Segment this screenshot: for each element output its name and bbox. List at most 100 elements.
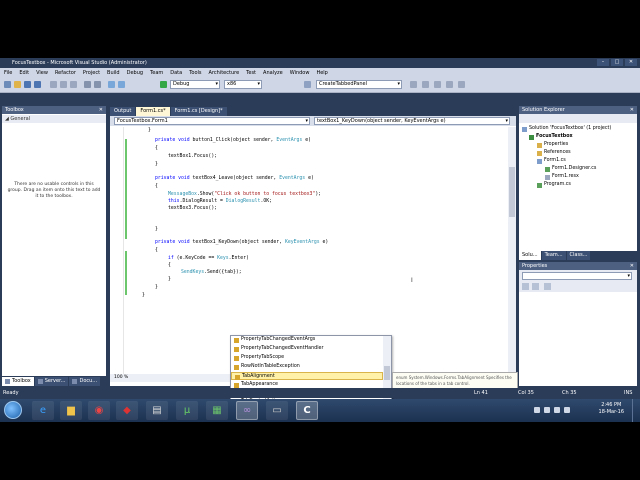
menu-data[interactable]: Data — [170, 70, 182, 76]
code-line: } — [168, 277, 171, 282]
tree-item-form1-resx[interactable]: Form1.resx — [545, 173, 579, 181]
menu-file[interactable]: File — [4, 70, 12, 76]
alphabetical-icon[interactable] — [532, 283, 539, 290]
navigate-back-icon[interactable] — [108, 81, 115, 88]
undo-icon[interactable] — [84, 81, 91, 88]
tab-solution-explorer[interactable]: Solu... — [519, 251, 541, 260]
tab-form1-design[interactable]: Form1.cs [Design]* — [170, 107, 227, 116]
menu-window[interactable]: Window — [290, 70, 310, 76]
tab-class-view[interactable]: Class... — [566, 251, 591, 260]
recorder-app-icon[interactable]: C — [296, 401, 318, 420]
find-icon[interactable] — [304, 81, 311, 88]
save-icon[interactable] — [24, 81, 31, 88]
toolbox-category-general[interactable]: ◢ General — [2, 115, 106, 123]
tree-item-form1[interactable]: Form1.cs — [537, 157, 566, 165]
paste-icon[interactable] — [70, 81, 77, 88]
platform-dropdown[interactable]: x86 — [224, 80, 262, 89]
intellisense-item[interactable]: PropertyTabChangedEventHandler — [231, 345, 383, 354]
menu-help[interactable]: Help — [316, 70, 327, 76]
tree-item-program[interactable]: Program.cs — [537, 181, 571, 189]
intellisense-item-selected[interactable]: TabAlignment — [231, 371, 383, 381]
minimize-button[interactable]: – — [597, 59, 609, 66]
close-icon[interactable]: ✕ — [99, 106, 103, 114]
excel-icon[interactable]: ▦ — [206, 401, 228, 420]
show-desktop-button[interactable] — [632, 399, 640, 422]
member-dropdown[interactable]: textBox1_KeyDown(object sender, KeyEvent… — [314, 117, 510, 125]
tray-volume-icon[interactable] — [554, 407, 560, 413]
tree-item-references[interactable]: References — [537, 149, 571, 157]
object-browser-icon[interactable] — [458, 81, 465, 88]
object-selector-dropdown[interactable] — [522, 272, 632, 280]
menu-architecture[interactable]: Architecture — [209, 70, 240, 76]
vertical-scrollbar[interactable] — [508, 127, 516, 374]
menu-refactor[interactable]: Refactor — [55, 70, 76, 76]
class-dropdown[interactable]: FocusTextbox.Form1 — [114, 117, 310, 125]
menu-build[interactable]: Build — [107, 70, 120, 76]
media-app-icon[interactable]: ◆ — [116, 401, 138, 420]
chrome-icon[interactable]: ◉ — [88, 401, 110, 420]
menu-team[interactable]: Team — [150, 70, 163, 76]
scrollbar-thumb[interactable] — [509, 167, 515, 217]
tree-item-properties[interactable]: Properties — [537, 141, 568, 149]
toolbox-icon[interactable] — [446, 81, 453, 88]
scrollbar-thumb[interactable] — [384, 366, 390, 380]
menu-test[interactable]: Test — [246, 70, 256, 76]
copy-icon[interactable] — [60, 81, 67, 88]
intellisense-item[interactable]: RowNotInTableException — [231, 363, 383, 372]
solution-explorer-icon[interactable] — [422, 81, 429, 88]
tray-power-icon[interactable] — [564, 407, 570, 413]
open-file-icon[interactable] — [14, 81, 21, 88]
maximize-button[interactable]: □ — [611, 59, 623, 66]
file-explorer-icon[interactable]: ▆ — [60, 401, 82, 420]
menu-edit[interactable]: Edit — [19, 70, 29, 76]
menu-view[interactable]: View — [36, 70, 48, 76]
close-button[interactable]: ✕ — [625, 59, 637, 66]
new-project-icon[interactable] — [4, 81, 11, 88]
intellisense-item[interactable]: PropertyTabScope — [231, 354, 383, 363]
redo-icon[interactable] — [94, 81, 101, 88]
tab-document-outline[interactable]: Docu... — [69, 377, 101, 386]
toolbox-title: Toolbox — [5, 107, 24, 113]
code-token: textBox4_Leave(object sender, — [192, 176, 280, 181]
tab-team-explorer[interactable]: Team... — [541, 251, 566, 260]
tray-network-icon[interactable] — [544, 407, 550, 413]
solution-configuration-dropdown[interactable]: Debug — [170, 80, 220, 89]
menu-analyze[interactable]: Analyze — [263, 70, 283, 76]
find-in-files-icon[interactable] — [410, 81, 417, 88]
property-pages-icon[interactable] — [544, 283, 551, 290]
properties-window-icon[interactable] — [434, 81, 441, 88]
torrent-app-icon[interactable]: µ — [176, 401, 198, 420]
tree-item-solution[interactable]: Solution 'FocusTextbox' (1 project) — [522, 125, 611, 133]
tab-toolbox[interactable]: Toolbox — [2, 377, 34, 386]
document-app-icon[interactable]: ▤ — [146, 401, 168, 420]
navigate-forward-icon[interactable] — [118, 81, 125, 88]
save-all-icon[interactable] — [34, 81, 41, 88]
zoom-level[interactable]: 100 % — [114, 375, 128, 380]
tree-item-label: Form1.Designer.cs — [552, 166, 597, 171]
intellisense-item[interactable]: PropertyTabChangedEventArgs — [231, 336, 383, 345]
tab-output[interactable]: Output — [110, 107, 136, 116]
categorized-icon[interactable] — [522, 283, 529, 290]
tree-item-project[interactable]: FocusTextbox — [529, 133, 573, 141]
tab-server-explorer[interactable]: Server... — [34, 377, 69, 386]
code-token: textBox1_KeyDown(object sender, — [192, 240, 285, 245]
menu-project[interactable]: Project — [83, 70, 100, 76]
menu-tools[interactable]: Tools — [189, 70, 201, 76]
start-debugging-icon[interactable] — [160, 81, 167, 88]
tree-item-label: References — [544, 150, 571, 155]
find-combo[interactable]: CreateTabbedPanel — [316, 80, 402, 89]
window-app-icon[interactable]: ▭ — [266, 401, 288, 420]
tree-item-form1-designer[interactable]: Form1.Designer.cs — [545, 165, 596, 173]
clock[interactable]: 2:46 PM 18-Mar-16 — [599, 402, 624, 416]
menu-debug[interactable]: Debug — [127, 70, 143, 76]
code-token: ); — [315, 192, 322, 197]
close-icon[interactable]: ✕ — [630, 106, 634, 114]
close-icon[interactable]: ✕ — [630, 262, 634, 270]
cut-icon[interactable] — [50, 81, 57, 88]
code-line: { — [168, 263, 171, 268]
internet-explorer-icon[interactable]: e — [32, 401, 54, 420]
tray-arrow-icon[interactable] — [534, 407, 540, 413]
visual-studio-icon[interactable]: ∞ — [236, 401, 258, 420]
start-button[interactable] — [4, 401, 22, 419]
tab-form1-cs[interactable]: Form1.cs* — [136, 107, 170, 116]
